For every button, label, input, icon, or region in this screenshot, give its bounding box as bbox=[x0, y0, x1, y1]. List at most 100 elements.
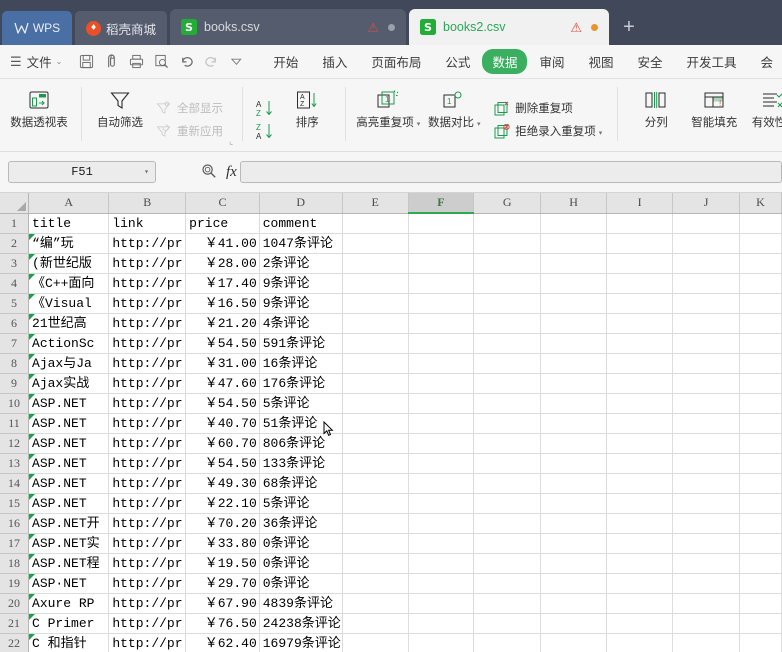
cell-empty-E20[interactable] bbox=[342, 593, 409, 614]
tab-insert[interactable]: 插入 bbox=[310, 49, 359, 74]
cell-empty-I13[interactable] bbox=[606, 453, 674, 474]
cell-empty-G5[interactable] bbox=[473, 293, 542, 314]
cell-comment[interactable]: 1047条评论 bbox=[259, 233, 343, 254]
cell-empty-J8[interactable] bbox=[672, 353, 740, 374]
highlight-duplicates-button[interactable]: 1 高亮重复项 ▾ bbox=[355, 82, 421, 151]
cell-price[interactable]: ￥21.20 bbox=[185, 313, 260, 334]
remove-duplicates-button[interactable]: 删除重复项 bbox=[489, 98, 606, 118]
store-tab[interactable]: ♦ 稻壳商城 bbox=[75, 11, 168, 45]
cell-empty-G3[interactable] bbox=[473, 253, 542, 274]
cell-price[interactable]: ￥54.50 bbox=[185, 333, 260, 354]
row-header[interactable]: 7 bbox=[0, 333, 30, 354]
row-header[interactable]: 21 bbox=[0, 613, 30, 634]
cell-link[interactable]: http://pr bbox=[108, 553, 187, 574]
cell-link[interactable]: http://pr bbox=[108, 253, 187, 274]
cell-comment[interactable]: 9条评论 bbox=[259, 273, 343, 294]
cell-empty-I7[interactable] bbox=[606, 333, 674, 354]
cell-empty-K12[interactable] bbox=[739, 433, 782, 454]
cell-empty-H8[interactable] bbox=[540, 353, 607, 374]
cell-empty-I21[interactable] bbox=[606, 613, 674, 634]
customize-toolbar-icon[interactable] bbox=[228, 53, 245, 70]
cell-empty-F21[interactable] bbox=[408, 613, 475, 634]
tab-start[interactable]: 开始 bbox=[261, 49, 310, 74]
cell-empty-G19[interactable] bbox=[473, 573, 542, 594]
row-header[interactable]: 16 bbox=[0, 513, 30, 534]
cell-comment[interactable]: 4条评论 bbox=[259, 313, 343, 334]
row-header[interactable]: 2 bbox=[0, 233, 30, 254]
tab-developer-tools[interactable]: 开发工具 bbox=[675, 49, 749, 74]
cell-empty-K16[interactable] bbox=[739, 513, 782, 534]
cell-empty-H21[interactable] bbox=[540, 613, 607, 634]
cell-empty-E3[interactable] bbox=[342, 253, 409, 274]
cell-title[interactable]: ASP.NET bbox=[28, 413, 110, 434]
cell-empty-F17[interactable] bbox=[408, 533, 475, 554]
row-header[interactable]: 10 bbox=[0, 393, 30, 414]
cell-empty-G22[interactable] bbox=[473, 633, 542, 652]
cell-price[interactable]: ￥60.70 bbox=[185, 433, 260, 454]
cell-empty-G6[interactable] bbox=[473, 313, 542, 334]
cell-empty-K6[interactable] bbox=[739, 313, 782, 334]
cell-empty-G18[interactable] bbox=[473, 553, 542, 574]
cell-link[interactable]: http://pr bbox=[108, 293, 187, 314]
cell-price[interactable]: ￥19.50 bbox=[185, 553, 260, 574]
cell-empty-J17[interactable] bbox=[672, 533, 740, 554]
new-tab-button[interactable]: + bbox=[609, 9, 649, 45]
cell-empty-F4[interactable] bbox=[408, 273, 475, 294]
cell-empty-I12[interactable] bbox=[606, 433, 674, 454]
column-header-e[interactable]: E bbox=[342, 193, 409, 214]
data-compare-button[interactable]: 1 数据对比 ▾ bbox=[421, 82, 487, 151]
row-header[interactable]: 11 bbox=[0, 413, 30, 434]
cell-empty-I17[interactable] bbox=[606, 533, 674, 554]
column-header-c[interactable]: C bbox=[185, 193, 260, 214]
cell-empty-E18[interactable] bbox=[342, 553, 409, 574]
cell-empty-J16[interactable] bbox=[672, 513, 740, 534]
cell-empty-I2[interactable] bbox=[606, 233, 674, 254]
cell-empty-G17[interactable] bbox=[473, 533, 542, 554]
cell-empty-F18[interactable] bbox=[408, 553, 475, 574]
cell-comment[interactable]: 133条评论 bbox=[259, 453, 343, 474]
cell-empty-H14[interactable] bbox=[540, 473, 607, 494]
cell-title[interactable]: ASP.NET程 bbox=[28, 553, 110, 574]
cell-title[interactable]: “编”玩 bbox=[28, 233, 110, 254]
cell-title[interactable]: ASP.NET bbox=[28, 473, 110, 494]
cell-title[interactable]: ASP.NET bbox=[28, 433, 110, 454]
cell-price[interactable]: ￥40.70 bbox=[185, 413, 260, 434]
cell-link[interactable]: http://pr bbox=[108, 353, 187, 374]
name-box[interactable]: F51 ▾ bbox=[8, 161, 156, 183]
cell-price[interactable]: ￥22.10 bbox=[185, 493, 260, 514]
cell-comment[interactable]: 176条评论 bbox=[259, 373, 343, 394]
cell-header-K1[interactable] bbox=[739, 213, 782, 234]
cell-empty-I11[interactable] bbox=[606, 413, 674, 434]
reject-duplicate-entry-button[interactable]: 拒绝录入重复项 ▾ bbox=[489, 121, 606, 141]
cell-empty-J12[interactable] bbox=[672, 433, 740, 454]
cell-empty-G20[interactable] bbox=[473, 593, 542, 614]
cell-empty-G10[interactable] bbox=[473, 393, 542, 414]
cell-empty-E21[interactable] bbox=[342, 613, 409, 634]
cell-empty-G2[interactable] bbox=[473, 233, 542, 254]
cell-empty-E6[interactable] bbox=[342, 313, 409, 334]
cell-empty-K10[interactable] bbox=[739, 393, 782, 414]
row-header[interactable]: 9 bbox=[0, 373, 30, 394]
cell-empty-H20[interactable] bbox=[540, 593, 607, 614]
cell-comment[interactable]: 51条评论 bbox=[259, 413, 343, 434]
cell-comment[interactable]: 4839条评论 bbox=[259, 593, 343, 614]
cell-comment[interactable]: 5条评论 bbox=[259, 493, 343, 514]
cell-empty-G4[interactable] bbox=[473, 273, 542, 294]
cell-empty-J22[interactable] bbox=[672, 633, 740, 652]
cell-comment[interactable]: 68条评论 bbox=[259, 473, 343, 494]
cell-empty-I15[interactable] bbox=[606, 493, 674, 514]
cell-empty-E14[interactable] bbox=[342, 473, 409, 494]
pivot-table-button[interactable]: 数据透视表 bbox=[6, 82, 72, 151]
cell-empty-G14[interactable] bbox=[473, 473, 542, 494]
sort-ascending-icon[interactable]: AZ bbox=[252, 98, 278, 119]
cell-empty-G21[interactable] bbox=[473, 613, 542, 634]
cell-empty-E4[interactable] bbox=[342, 273, 409, 294]
column-header-k[interactable]: K bbox=[739, 193, 782, 214]
cell-empty-J15[interactable] bbox=[672, 493, 740, 514]
cell-price[interactable]: ￥47.60 bbox=[185, 373, 260, 394]
cell-empty-J10[interactable] bbox=[672, 393, 740, 414]
cell-title[interactable]: ASP.NET实 bbox=[28, 533, 110, 554]
cell-empty-H13[interactable] bbox=[540, 453, 607, 474]
cell-title[interactable]: ASP.NET bbox=[28, 493, 110, 514]
cell-empty-H19[interactable] bbox=[540, 573, 607, 594]
